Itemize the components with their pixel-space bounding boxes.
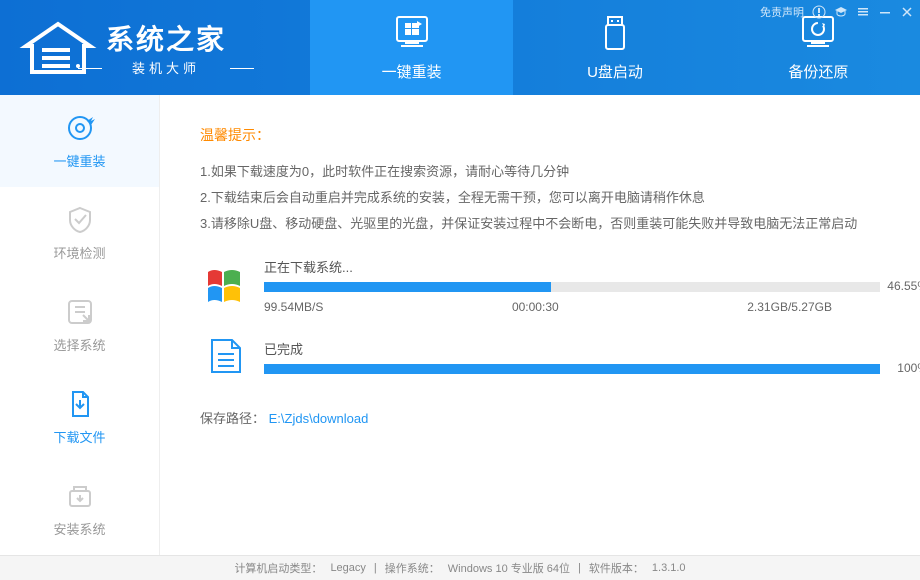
boot-type-value: Legacy	[330, 562, 365, 574]
version-label: 软件版本：	[589, 560, 644, 576]
windows-flag-icon	[200, 264, 250, 308]
sidebar-item-label: 一键重装	[53, 151, 105, 170]
tab-label: 备份还原	[788, 61, 848, 82]
download-size: 2.31GB/5.27GB	[747, 300, 832, 314]
menu-icon[interactable]	[856, 5, 870, 19]
os-label: 操作系统：	[385, 560, 440, 576]
save-path-label: 保存路径：	[200, 411, 265, 426]
usb-icon	[594, 13, 636, 55]
header: 系统之家 装机大师 一键重装 U盘启动 备份还原 免责声明	[0, 0, 920, 95]
tips-line: 2.下载结束后会自动重启并完成系统的安装，全程无需干预，您可以离开电脑请稍作休息	[200, 185, 880, 211]
sidebar-item-envcheck[interactable]: 环境检测	[0, 187, 159, 279]
download-percent: 46.55%	[887, 279, 920, 293]
minimize-icon[interactable]	[878, 5, 892, 19]
download-speed: 99.54MB/S	[264, 300, 323, 314]
version-value: 1.3.1.0	[652, 562, 686, 574]
titlebar-controls: 免责声明	[760, 4, 914, 20]
logo-title: 系统之家	[106, 18, 226, 58]
sidebar-item-selectos[interactable]: 选择系统	[0, 279, 159, 371]
tips-title: 温馨提示：	[200, 125, 880, 145]
tips-line: 1.如果下载速度为0，此时软件正在搜索资源，请耐心等待几分钟	[200, 159, 880, 185]
sidebar-item-label: 选择系统	[53, 335, 105, 354]
target-icon	[65, 113, 95, 143]
sidebar-item-label: 下载文件	[53, 427, 105, 446]
save-path-row: 保存路径： E:\Zjds\download	[200, 408, 880, 427]
shield-icon	[65, 205, 95, 235]
tips-line: 3.请移除U盘、移动硬盘、光驱里的光盘，并保证安装过程中不会断电，否则重装可能失…	[200, 211, 880, 237]
tab-label: U盘启动	[587, 61, 643, 82]
tab-reinstall[interactable]: 一键重装	[310, 0, 513, 95]
sidebar-item-label: 安装系统	[53, 519, 105, 538]
close-icon[interactable]	[900, 5, 914, 19]
house-logo-icon	[18, 18, 98, 78]
body: 一键重装 环境检测 选择系统 下载文件 安装系统 温馨提示： 1.如果下载速度为…	[0, 95, 920, 555]
windows-reinstall-icon	[391, 13, 433, 55]
install-icon	[65, 481, 95, 511]
statusbar: 计算机启动类型： Legacy | 操作系统： Windows 10 专业版 6…	[0, 555, 920, 580]
sidebar: 一键重装 环境检测 选择系统 下载文件 安装系统	[0, 95, 160, 555]
download-elapsed: 00:00:30	[512, 300, 559, 314]
download-progress-row: 正在下载系统... 46.55% 99.54MB/S 00:00:30 2.31…	[200, 257, 880, 314]
tab-label: 一键重装	[382, 61, 442, 82]
sidebar-item-download[interactable]: 下载文件	[0, 371, 159, 463]
complete-progress-row: 已完成 100%	[200, 334, 880, 378]
main-content: 温馨提示： 1.如果下载速度为0，此时软件正在搜索资源，请耐心等待几分钟 2.下…	[160, 95, 920, 555]
document-icon	[200, 334, 250, 378]
sidebar-item-reinstall[interactable]: 一键重装	[0, 95, 159, 187]
disclaimer-link[interactable]: 免责声明	[760, 4, 804, 20]
logo-area: 系统之家 装机大师	[0, 18, 310, 78]
select-icon	[65, 297, 95, 327]
tab-usb-boot[interactable]: U盘启动	[513, 0, 716, 95]
boot-type-label: 计算机启动类型：	[234, 560, 322, 576]
graduation-icon[interactable]	[834, 5, 848, 19]
sidebar-item-install[interactable]: 安装系统	[0, 463, 159, 555]
logo-subtitle: 装机大师	[106, 58, 226, 77]
save-path-link[interactable]: E:\Zjds\download	[269, 411, 369, 426]
download-label: 正在下载系统...	[264, 257, 880, 276]
complete-percent: 100%	[897, 361, 920, 375]
complete-label: 已完成	[264, 339, 880, 358]
disclaimer-alert-icon[interactable]	[812, 5, 826, 19]
sidebar-item-label: 环境检测	[53, 243, 105, 262]
download-file-icon	[65, 389, 95, 419]
complete-progress-bar: 100%	[264, 364, 880, 374]
download-progress-bar: 46.55%	[264, 282, 880, 292]
os-value: Windows 10 专业版 64位	[448, 560, 570, 576]
